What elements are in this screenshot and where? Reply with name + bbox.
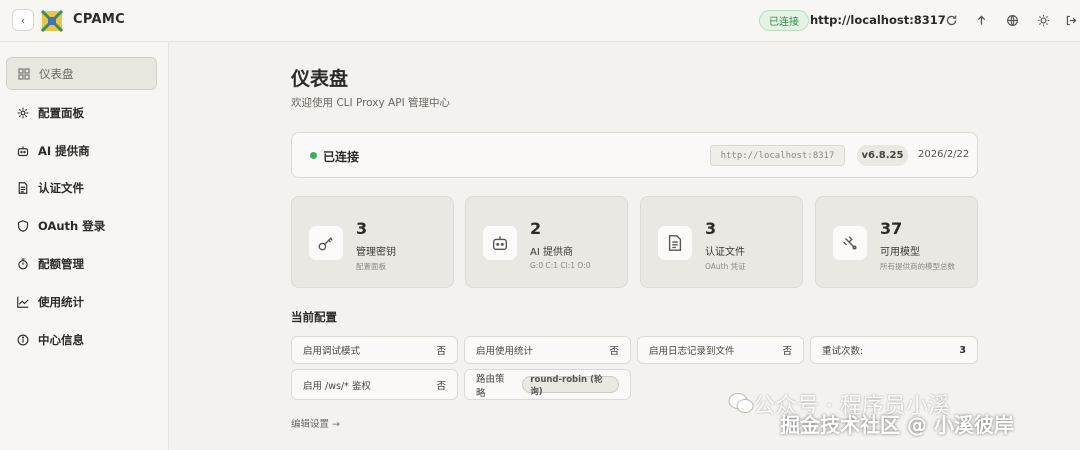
file-icon [658,226,692,260]
build-date: 2026/2/22 [918,149,970,160]
stat-label: AI 提供商 [530,247,573,258]
info-icon [16,333,30,347]
config-value: 否 [436,380,446,392]
chart-icon [16,295,30,309]
page-title: 仪表盘 [291,68,349,90]
sidebar-item-auth-files[interactable]: 认证文件 [6,171,157,204]
connection-status-card: 已连接 http://localhost:8317 v6.8.25 2026/2… [291,132,978,178]
stat-label: 可用模型 [880,247,920,258]
config-item-usage-stats: 启用使用统计 否 [464,336,631,364]
config-item-routing-strategy: 路由策略 round-robin (轮询) [464,369,631,400]
sidebar-item-config[interactable]: 配置面板 [6,96,157,129]
stat-card-ai-providers[interactable]: 2 AI 提供商 G:0 C:1 Cl:1 O:0 [465,196,628,288]
config-item-ws-auth: 启用 /ws/* 鉴权 否 [291,369,458,400]
model-icon [833,226,867,260]
routing-strategy-chip: round-robin (轮询) [522,375,619,397]
watermark-juejin: 掘金技术社区 @ 小溪彼岸 [780,413,1014,437]
config-value: 3 [959,344,966,356]
sidebar-item-quota[interactable]: 配额管理 [6,247,157,280]
stat-card-available-models[interactable]: 37 可用模型 所有提供商的模型总数 [815,196,978,288]
refresh-icon[interactable] [943,12,959,28]
sidebar-item-label: OAuth 登录 [38,218,106,233]
sidebar-item-oauth-login[interactable]: OAuth 登录 [6,209,157,242]
sidebar-item-label: AI 提供商 [38,143,90,158]
sidebar-item-label: 中心信息 [38,332,84,347]
sidebar-item-usage-stats[interactable]: 使用统计 [6,285,157,318]
stat-card-auth-files[interactable]: 3 认证文件 OAuth 凭证 [640,196,803,288]
edit-settings-link[interactable]: 编辑设置 → [291,416,340,430]
stat-subtext: 所有提供商的模型总数 [880,262,955,271]
shield-icon [16,219,30,233]
stat-subtext: 配置面板 [356,262,386,271]
stat-card-management-keys[interactable]: 3 管理密钥 配置面板 [291,196,454,288]
stat-value: 3 [705,219,717,238]
config-label: 启用使用统计 [476,346,534,357]
file-icon [16,181,30,195]
stat-value: 2 [530,219,542,238]
robot-icon [483,226,517,260]
connection-status-text: 已连接 [323,150,360,164]
app-title: CPAMC [73,12,125,27]
sidebar-item-label: 仪表盘 [39,66,74,81]
stat-subtext: G:0 C:1 Cl:1 O:0 [530,261,591,270]
config-label: 启用日志记录到文件 [649,346,735,357]
config-label: 启用 /ws/* 鉴权 [303,380,371,392]
sidebar-item-ai-providers[interactable]: AI 提供商 [6,134,157,167]
logout-icon[interactable] [1063,12,1079,28]
version-badge: v6.8.25 [857,145,908,166]
sidebar-item-dashboard[interactable]: 仪表盘 [6,57,157,90]
config-item-retry-count: 重试次数: 3 [810,336,978,364]
connected-dot-icon [310,152,317,159]
config-item-log-to-file: 启用日志记录到文件 否 [637,336,804,364]
app-logo [41,10,63,32]
config-value: 否 [782,346,792,357]
sidebar-item-label: 配额管理 [38,256,84,271]
server-host: http://localhost:8317 [810,13,946,27]
gear-icon [16,106,30,120]
stat-value: 37 [880,219,903,238]
stat-label: 认证文件 [705,247,745,258]
robot-icon [16,144,30,158]
section-title-current-config: 当前配置 [291,310,337,324]
back-button[interactable]: ‹ [12,9,34,31]
wechat-icon [728,393,754,413]
page-subtitle: 欢迎使用 CLI Proxy API 管理中心 [291,97,451,109]
connection-status-badge: 已连接 [759,10,809,31]
sidebar-item-label: 使用统计 [38,294,84,309]
config-label: 启用调试模式 [303,346,361,357]
top-bar: ‹ CPAMC 已连接 http://localhost:8317 [0,0,1080,42]
theme-icon[interactable] [1035,12,1051,28]
dashboard-icon [17,67,31,81]
stat-subtext: OAuth 凭证 [705,262,746,271]
upload-icon[interactable] [973,12,989,28]
config-label: 路由策略 [476,373,505,399]
key-icon [309,226,343,260]
sidebar: 仪表盘 配置面板 AI 提供商 认证文件 OAuth 登录 配额管理 使用统计 … [0,42,169,450]
globe-icon[interactable] [1004,12,1020,28]
sidebar-item-center-info[interactable]: 中心信息 [6,323,157,356]
server-url-chip: http://localhost:8317 [710,145,845,166]
timer-icon [16,257,30,271]
stat-label: 管理密钥 [356,247,396,258]
config-value: 否 [436,346,446,357]
config-item-debug: 启用调试模式 否 [291,336,458,364]
chevron-left-icon: ‹ [20,13,26,27]
config-value: 否 [609,346,619,357]
stat-value: 3 [356,219,368,238]
sidebar-item-label: 认证文件 [38,180,84,195]
sidebar-item-label: 配置面板 [38,105,84,120]
config-label: 重试次数: [822,346,864,357]
